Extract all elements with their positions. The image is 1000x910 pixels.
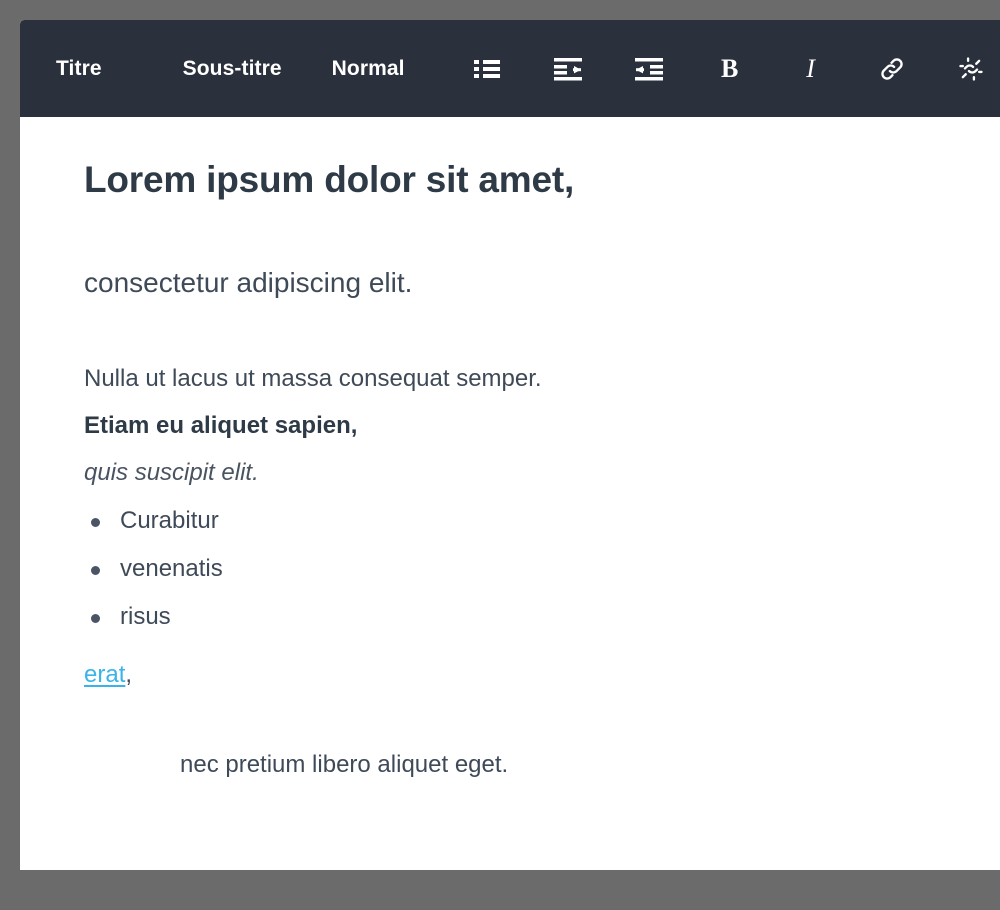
editor-card: Titre Sous-titre Normal B I Lorem ipsum …	[20, 20, 1000, 870]
document-subtitle: consectetur adipiscing elit.	[84, 267, 413, 299]
italic-icon: I	[806, 53, 815, 83]
link-trailing-comma: ,	[125, 660, 133, 688]
list-item: venenatis	[84, 554, 954, 582]
style-button-titre[interactable]: Titre	[56, 57, 102, 81]
document-title: Lorem ipsum dolor sit amet,	[84, 159, 575, 200]
document-link[interactable]: erat	[84, 661, 125, 688]
bullet-point-icon	[91, 565, 100, 575]
link-icon	[878, 55, 906, 83]
indent-icon	[634, 57, 663, 81]
bullet-point-icon	[91, 613, 100, 623]
bullet-list-icon	[473, 58, 500, 80]
list-item-label: venenatis	[120, 554, 223, 582]
bullet-list: Curabitur venenatis risus	[84, 506, 954, 630]
bold-icon: B	[720, 53, 739, 83]
unlink-icon	[957, 55, 985, 83]
list-item-label: risus	[120, 602, 171, 630]
indent-button[interactable]	[632, 52, 666, 86]
paragraph-bold: Etiam eu aliquet sapien,	[84, 412, 358, 440]
style-button-normal[interactable]: Normal	[332, 57, 405, 81]
link-paragraph: erat,	[84, 661, 954, 689]
list-item: Curabitur	[84, 506, 954, 534]
outdent-button[interactable]	[551, 52, 585, 86]
outdent-icon	[553, 57, 582, 81]
paragraph-italic: quis suscipit elit.	[84, 458, 259, 486]
document-body[interactable]: Lorem ipsum dolor sit amet, consectetur …	[20, 117, 1000, 779]
italic-button[interactable]: I	[794, 52, 828, 86]
bold-button[interactable]: B	[713, 52, 747, 86]
paragraph-normal: Nulla ut lacus ut massa consequat semper…	[84, 365, 542, 393]
editor-toolbar: Titre Sous-titre Normal B I	[20, 20, 1000, 117]
link-button[interactable]	[875, 52, 909, 86]
unlink-button[interactable]	[954, 52, 988, 86]
paragraph-block: Nulla ut lacus ut massa consequat semper…	[84, 356, 954, 496]
bullet-list-button[interactable]	[470, 52, 504, 86]
bullet-point-icon	[91, 517, 100, 527]
list-item-label: Curabitur	[120, 506, 219, 534]
indented-paragraph: nec pretium libero aliquet eget.	[180, 750, 509, 778]
style-button-sous-titre[interactable]: Sous-titre	[183, 57, 282, 81]
list-item: risus	[84, 602, 954, 630]
